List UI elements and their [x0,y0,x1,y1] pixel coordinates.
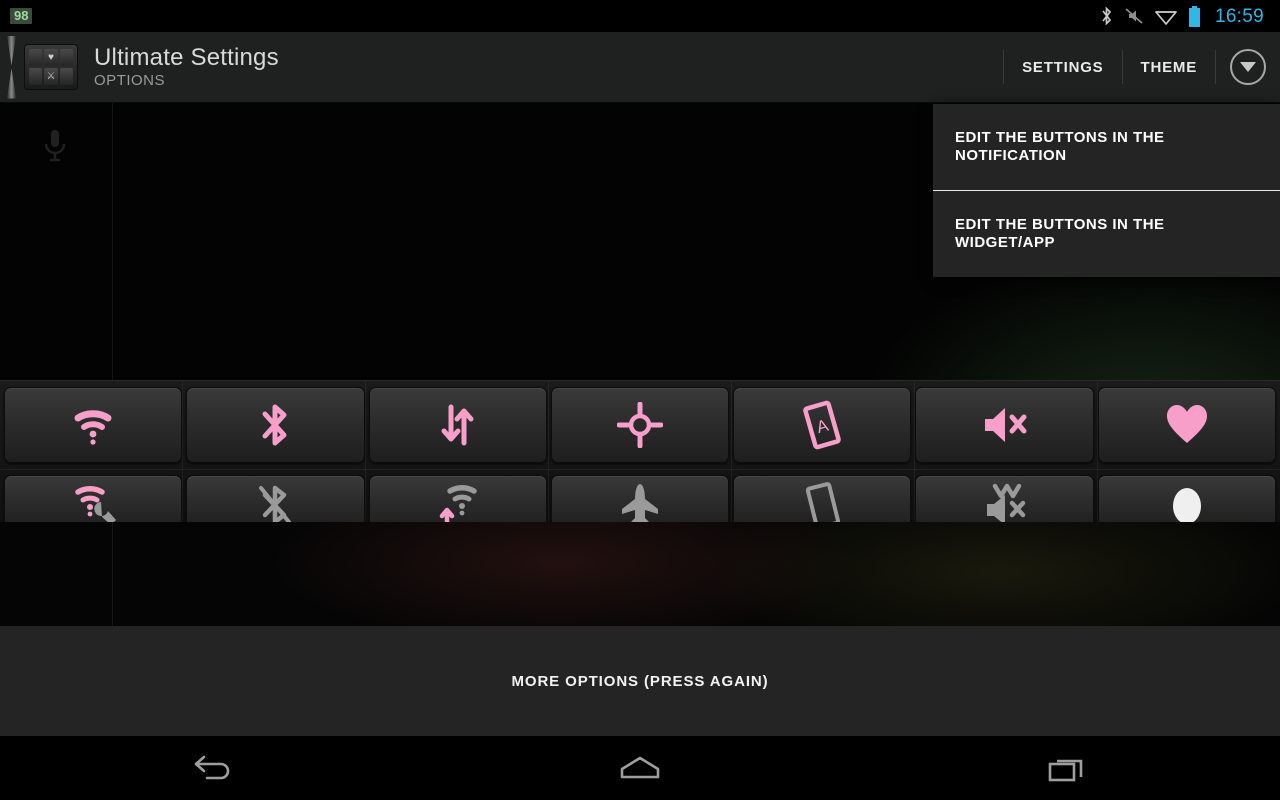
navigation-bar [0,736,1280,800]
back-button[interactable] [0,736,427,800]
toggle-rotation-lock[interactable] [733,475,912,522]
home-button[interactable] [427,736,854,800]
wifi-icon [1154,6,1178,26]
speaker-mute-icon [979,403,1031,447]
ringer-silent-icon [1124,6,1144,26]
toggle-favorite[interactable] [1097,387,1276,463]
toggle-row-primary: A [0,381,1280,471]
status-bar: 98 16:59 [0,0,1280,32]
microphone-icon[interactable] [38,126,72,173]
action-bar: ♥ ⚔ Ultimate Settings OPTIONS SETTINGS T… [0,32,1280,103]
status-bar-left: 98 [10,8,33,24]
menu-item-label: EDIT THE BUTTONS IN THE WIDGET/APP [955,216,1165,251]
toggle-bluetooth-off[interactable] [186,475,365,522]
toggle-gps[interactable] [550,387,730,463]
data-sync-icon [438,401,478,449]
more-options-label: MORE OPTIONS (PRESS AGAIN) [511,672,769,690]
lower-wallpaper-strip [0,522,1280,626]
page-title: Ultimate Settings [94,44,279,71]
app-icon-cell [29,68,43,85]
tools-icon: ⚔ [44,68,58,85]
gps-location-icon [616,402,663,448]
action-bar-titles: Ultimate Settings OPTIONS [94,44,279,90]
toggle-data-sync[interactable] [368,387,547,463]
wifi-wrench-icon [70,482,117,522]
action-bar-actions: SETTINGS THEME [1003,32,1280,103]
toggle-button-panel: A [0,380,1280,522]
auto-rotate-icon: A [799,400,845,450]
status-bar-clock: 16:59 [1214,5,1264,27]
menu-item-label: EDIT THE BUTTONS IN THE NOTIFICATION [955,129,1165,164]
ultimate-settings-icon[interactable]: ♥ ⚔ [24,44,78,90]
toggle-airplane-mode[interactable] [550,475,730,522]
toggle-vibrate-off[interactable] [915,475,1094,522]
app-icon-cell [59,68,73,85]
wifi-icon [70,402,116,448]
menu-item-edit-widget-buttons[interactable]: EDIT THE BUTTONS IN THE WIDGET/APP [933,191,1280,277]
toggle-wifi-tether[interactable] [368,475,547,522]
brightness-icon [1167,482,1207,522]
overflow-menu-button[interactable] [1216,32,1280,103]
home-icon [616,752,664,784]
more-options-button[interactable]: MORE OPTIONS (PRESS AGAIN) [0,626,1280,736]
vibrate-off-icon [979,482,1031,522]
heart-icon: ♥ [44,49,58,66]
notification-count-badge: 98 [10,8,33,24]
app-icon-cell [29,49,43,66]
toggle-brightness[interactable] [1097,475,1276,522]
chevron-down-circle-icon [1230,49,1266,85]
heart-icon [1164,403,1210,447]
toggle-auto-rotate[interactable]: A [733,387,912,463]
svg-text:A: A [815,416,832,438]
overflow-dropdown-menu: EDIT THE BUTTONS IN THE NOTIFICATION EDI… [933,104,1280,277]
toggle-bluetooth[interactable] [186,387,365,463]
wifi-tether-icon [434,482,482,522]
airplane-icon [620,482,660,522]
android-screen: 98 16:59 ♥ ⚔ Ultimate Settings OPTIONS S… [0,0,1280,800]
bluetooth-off-icon [255,482,295,522]
toggle-row-divider [0,469,1280,470]
toggle-mute[interactable] [915,387,1094,463]
bluetooth-icon [1099,6,1114,26]
recents-icon [1045,751,1089,785]
lower-strip-divider [112,522,113,626]
menu-item-edit-notification-buttons[interactable]: EDIT THE BUTTONS IN THE NOTIFICATION [933,104,1280,190]
toggle-row-secondary [0,471,1280,522]
toggle-wifi-settings[interactable] [4,475,183,522]
back-icon [191,752,235,784]
app-icon-cell [59,49,73,66]
theme-action[interactable]: THEME [1123,45,1216,89]
settings-action[interactable]: SETTINGS [1004,45,1121,89]
toggle-wifi[interactable] [4,387,183,463]
action-bar-left-marker [0,32,22,103]
rotation-lock-icon [801,482,843,522]
recents-button[interactable] [853,736,1280,800]
page-subtitle: OPTIONS [94,72,166,89]
battery-icon [1188,5,1201,27]
status-bar-right: 16:59 [1099,5,1270,27]
bluetooth-icon [255,401,295,449]
